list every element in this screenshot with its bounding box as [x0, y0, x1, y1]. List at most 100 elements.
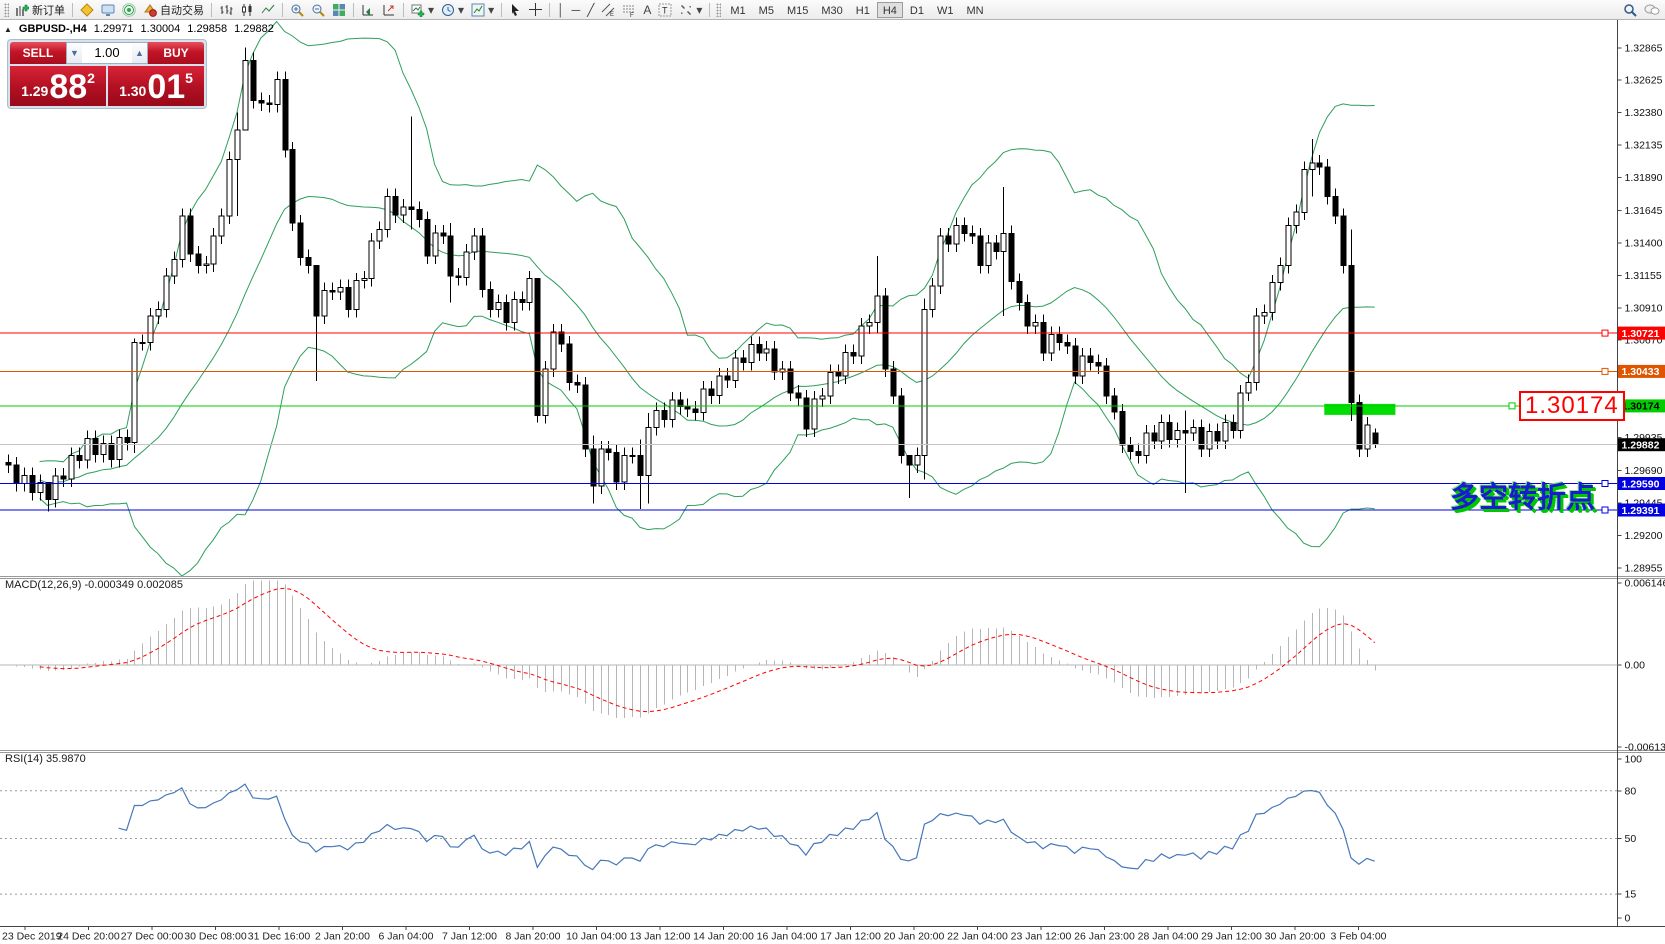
line-chart-button[interactable] — [258, 1, 278, 19]
vertical-line-button[interactable]: │ — [554, 1, 568, 19]
styler-button[interactable] — [77, 1, 97, 19]
new-order-button[interactable]: 新订单 — [12, 1, 68, 19]
autotrade-button[interactable]: 自动交易 — [140, 1, 207, 19]
price-axis[interactable]: 1.328651.326251.323801.321351.318901.316… — [1618, 43, 1663, 575]
horizontal-line-icon: ─ — [572, 4, 581, 16]
signal-icon — [122, 3, 136, 17]
buy-price-display[interactable]: 1.30 01 5 — [108, 66, 204, 106]
svg-text:1.31645: 1.31645 — [1625, 205, 1663, 217]
line-handle[interactable] — [1602, 507, 1608, 513]
svg-text:1.30721: 1.30721 — [1622, 328, 1660, 340]
line-handle[interactable] — [1602, 368, 1608, 374]
chart-shift-button[interactable] — [379, 1, 399, 19]
rsi-name: RSI(14) — [5, 753, 43, 765]
timeframe-m30-button[interactable]: M30 — [815, 2, 848, 18]
svg-text:20 Jan 20:00: 20 Jan 20:00 — [884, 931, 945, 943]
toolbar-grip — [716, 3, 721, 17]
chart-canvas[interactable]: 1.328651.326251.323801.321351.318901.316… — [0, 20, 1665, 944]
sell-price-small: 1.29 — [21, 83, 48, 99]
price-level-label[interactable]: 1.30174 — [1519, 391, 1625, 421]
bar-chart-button[interactable] — [216, 1, 236, 19]
svg-text:23 Dec 2019: 23 Dec 2019 — [2, 931, 62, 943]
label-tool-button[interactable]: T — [655, 1, 675, 19]
fibonacci-button[interactable]: F — [619, 1, 639, 19]
templates-dropdown[interactable]: ▾ — [468, 1, 497, 19]
label-icon: T — [658, 3, 672, 17]
turning-point-annotation[interactable]: 多空转折点 — [1450, 474, 1595, 516]
diamond-icon — [80, 3, 94, 17]
svg-text:1.32380: 1.32380 — [1625, 107, 1663, 119]
svg-text:17 Jan 12:00: 17 Jan 12:00 — [820, 931, 881, 943]
timeframe-h1-button[interactable]: H1 — [850, 2, 876, 18]
dropdown-arrow-icon: ▾ — [696, 4, 702, 16]
svg-text:T: T — [662, 5, 668, 15]
macd-indicator-label: MACD(12,26,9) -0.000349 0.002085 — [5, 579, 183, 591]
line-chart-icon — [261, 3, 275, 17]
tile-windows-button[interactable] — [329, 1, 349, 19]
periods-dropdown[interactable]: ▾ — [438, 1, 467, 19]
toolbar-separator — [709, 3, 710, 17]
new-chart-icon — [411, 3, 425, 17]
cursor-button[interactable] — [506, 1, 525, 19]
signals-button[interactable] — [119, 1, 139, 19]
search-icon — [1623, 3, 1637, 17]
svg-text:27 Dec 00:00: 27 Dec 00:00 — [121, 931, 184, 943]
new-chart-dropdown[interactable]: ▾ — [408, 1, 437, 19]
svg-text:16 Jan 04:00: 16 Jan 04:00 — [757, 931, 818, 943]
timeframe-mn-button[interactable]: MN — [960, 2, 989, 18]
zoom-in-button[interactable] — [287, 1, 307, 19]
ohlc-close: 1.29882 — [234, 23, 274, 35]
text-tool-button[interactable]: A — [640, 1, 654, 19]
svg-text:15: 15 — [1625, 889, 1637, 901]
market-watch-button[interactable] — [98, 1, 118, 19]
bar-chart-icon — [219, 3, 233, 17]
auto-scroll-button[interactable] — [358, 1, 378, 19]
horizontal-line-button[interactable]: ─ — [569, 1, 584, 19]
trendline-button[interactable]: ╱ — [584, 1, 597, 19]
tile-windows-icon — [332, 3, 346, 17]
svg-text:-0.006138: -0.006138 — [1625, 741, 1665, 753]
svg-text:1.32865: 1.32865 — [1625, 43, 1663, 55]
svg-text:80: 80 — [1625, 785, 1637, 797]
svg-text:26 Jan 23:00: 26 Jan 23:00 — [1074, 931, 1135, 943]
zoom-out-button[interactable] — [308, 1, 328, 19]
sell-button[interactable]: SELL — [10, 42, 66, 64]
line-handle[interactable] — [1509, 403, 1515, 409]
search-button[interactable] — [1620, 1, 1640, 19]
timeframe-d1-button[interactable]: D1 — [904, 2, 930, 18]
svg-text:1.28955: 1.28955 — [1625, 563, 1663, 575]
svg-text:1.31890: 1.31890 — [1625, 172, 1663, 184]
line-handle[interactable] — [1602, 481, 1608, 487]
timeframe-m5-button[interactable]: M5 — [753, 2, 780, 18]
volume-down-button[interactable]: ▼ — [67, 43, 82, 63]
chart-shift-icon — [382, 3, 396, 17]
svg-text:1.30433: 1.30433 — [1622, 366, 1660, 378]
buy-price-small: 1.30 — [119, 83, 146, 99]
sell-price-display[interactable]: 1.29 88 2 — [10, 66, 106, 106]
timeframe-m1-button[interactable]: M1 — [724, 2, 751, 18]
ohlc-open: 1.29971 — [94, 23, 134, 35]
toolbar-separator — [353, 3, 354, 17]
crosshair-button[interactable] — [526, 1, 545, 19]
chat-icon — [1644, 3, 1660, 17]
svg-text:24 Dec 20:00: 24 Dec 20:00 — [57, 931, 120, 943]
buy-button[interactable]: BUY — [148, 42, 204, 64]
date-axis[interactable]: 23 Dec 201924 Dec 20:0027 Dec 00:0030 De… — [2, 927, 1387, 943]
timeframe-w1-button[interactable]: W1 — [931, 2, 960, 18]
toolbar-separator — [549, 3, 550, 17]
timeframe-m15-button[interactable]: M15 — [781, 2, 814, 18]
macd-signal-value: 0.002085 — [137, 579, 183, 591]
volume-up-button[interactable]: ▲ — [132, 43, 147, 63]
candle-chart-button[interactable] — [237, 1, 257, 19]
arrows-dropdown[interactable]: ▾ — [676, 1, 705, 19]
volume-input[interactable]: 1.00 — [82, 43, 132, 63]
channel-button[interactable]: E — [598, 1, 618, 19]
zoom-in-icon — [290, 3, 304, 17]
line-handle[interactable] — [1602, 330, 1608, 336]
svg-text:1.29590: 1.29590 — [1622, 478, 1660, 490]
chat-button[interactable] — [1641, 1, 1663, 19]
svg-text:30 Dec 08:00: 30 Dec 08:00 — [184, 931, 247, 943]
timeframe-h4-button[interactable]: H4 — [877, 2, 903, 18]
collapse-panel-icon[interactable]: ▲ — [4, 25, 12, 34]
toolbar-separator — [211, 3, 212, 17]
